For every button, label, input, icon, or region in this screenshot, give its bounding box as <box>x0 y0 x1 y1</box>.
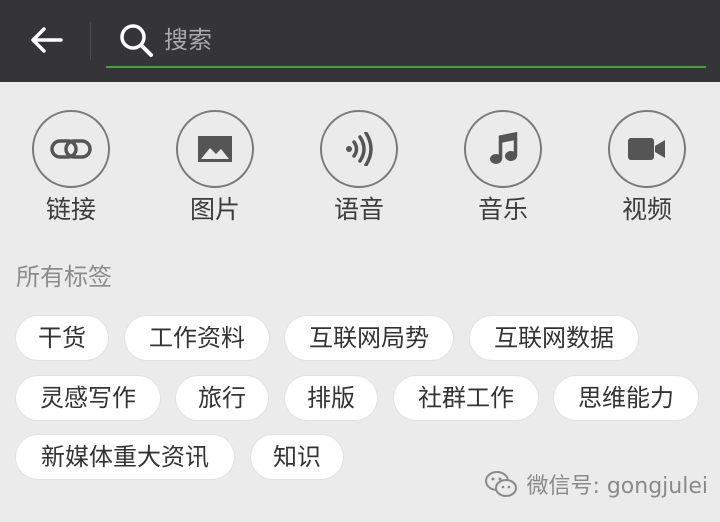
category-label: 图片 <box>189 195 240 224</box>
search-bar <box>106 12 706 68</box>
category-circle <box>32 110 110 188</box>
arrow-left-icon <box>31 27 63 53</box>
watermark: 微信号: gongjulei <box>484 466 708 502</box>
category-label: 音乐 <box>477 195 528 224</box>
tag-chip[interactable]: 社群工作 <box>394 376 538 420</box>
category-label: 链接 <box>45 195 96 224</box>
tag-chip[interactable]: 思维能力 <box>554 376 698 420</box>
category-circle <box>608 110 686 188</box>
category-image[interactable]: 图片 <box>160 110 270 226</box>
top-bar <box>0 0 720 82</box>
section-title-all-tags: 所有标签 <box>16 263 112 291</box>
link-icon <box>50 139 92 159</box>
category-music[interactable]: 音乐 <box>448 110 558 226</box>
tag-chip[interactable]: 互联网数据 <box>470 316 638 360</box>
toolbar-divider <box>90 22 91 60</box>
search-input[interactable] <box>164 22 694 58</box>
tag-chip[interactable]: 互联网局势 <box>285 316 453 360</box>
category-video[interactable]: 视频 <box>592 110 702 226</box>
tag-chip[interactable]: 干货 <box>16 316 108 360</box>
tag-chip[interactable]: 旅行 <box>176 376 268 420</box>
search-underline <box>106 66 706 68</box>
tag-chip[interactable]: 灵感写作 <box>16 376 160 420</box>
category-row: 链接 图片 语音 音乐 视频 <box>0 110 720 230</box>
video-icon <box>628 138 665 160</box>
tag-chip[interactable]: 排版 <box>285 376 377 420</box>
voice-icon <box>346 132 373 166</box>
category-label: 语音 <box>333 195 384 224</box>
back-button[interactable] <box>22 18 70 62</box>
category-circle <box>176 110 254 188</box>
category-link[interactable]: 链接 <box>16 110 126 226</box>
wechat-logo-icon <box>485 471 518 497</box>
category-label: 视频 <box>621 195 672 224</box>
music-icon <box>490 132 518 164</box>
watermark-text: 微信号: gongjulei <box>526 474 708 499</box>
tag-chip[interactable]: 知识 <box>251 435 343 479</box>
category-voice[interactable]: 语音 <box>304 110 414 226</box>
search-icon <box>120 24 153 57</box>
image-icon <box>198 136 232 162</box>
category-circle <box>320 110 398 188</box>
tag-chip[interactable]: 新媒体重大资讯 <box>16 435 234 479</box>
tag-chip[interactable]: 工作资料 <box>125 316 269 360</box>
category-circle <box>464 110 542 188</box>
